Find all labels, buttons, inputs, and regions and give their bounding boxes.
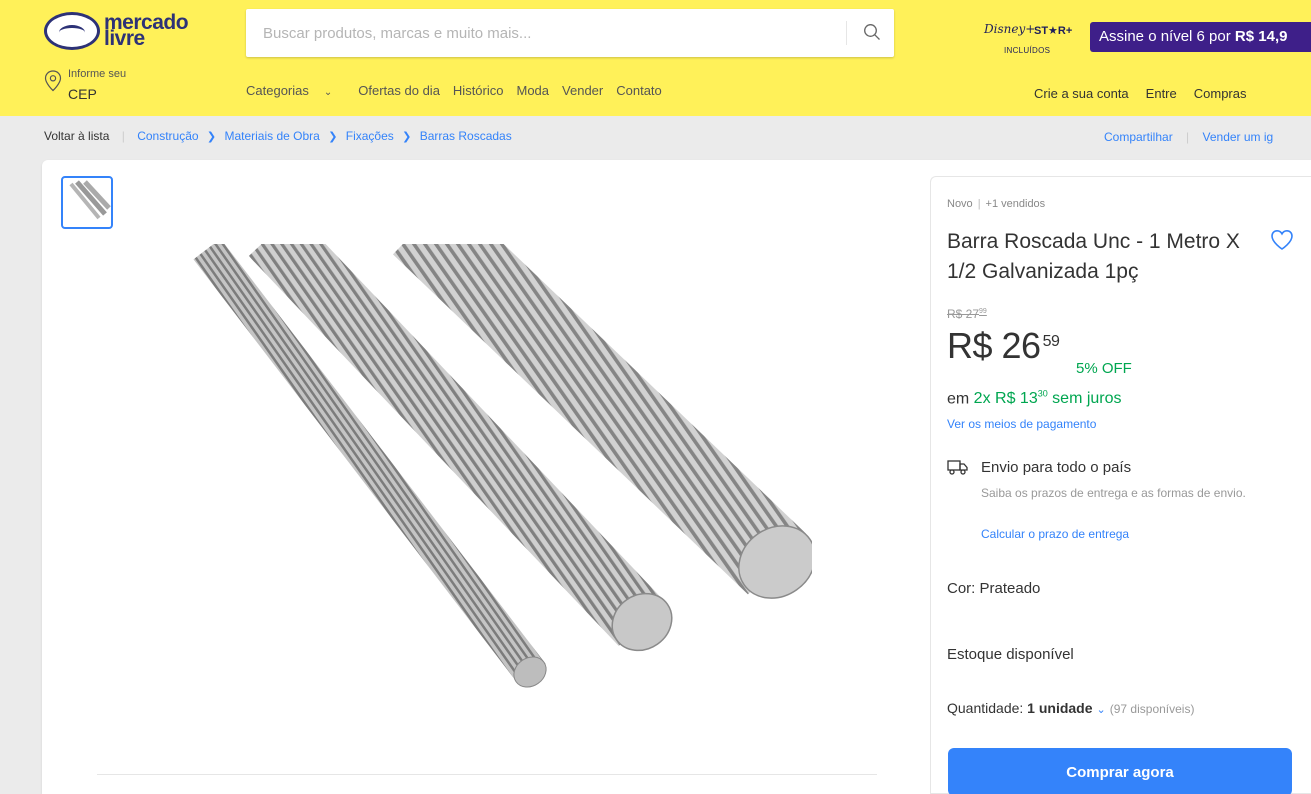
share-link[interactable]: Compartilhar [1104,130,1173,144]
breadcrumb: Voltar à lista | Construção ❯ Materiais … [44,129,512,143]
crumb-materiais[interactable]: Materiais de Obra [224,129,319,143]
original-price: R$ 2799 [947,307,987,321]
search-icon [864,24,880,40]
delivery-truck-icon [947,460,968,475]
cep-label: Informe seu [68,68,127,80]
header: mercado livre Disney+ ST★R+ INCLUÍDOS As… [0,0,1311,116]
sold-count: +1 vendidos [985,198,1046,210]
condition-line: Novo | +1 vendidos [947,198,1046,210]
crumb-barras[interactable]: Barras Roscadas [420,129,512,143]
shipping-subtitle: Saiba os prazos de entrega e as formas d… [981,486,1246,500]
sell-similar-link[interactable]: Vender um ig [1203,130,1274,144]
color-line: Cor: Prateado [947,580,1041,597]
login-link[interactable]: Entre [1146,86,1177,101]
nav-historico[interactable]: Histórico [453,83,504,98]
create-account-link[interactable]: Crie a sua conta [1034,86,1129,101]
nav-contato[interactable]: Contato [616,83,662,98]
chevron-right-icon: ❯ [402,131,412,143]
gallery-thumbnail[interactable] [61,176,113,229]
color-value: Prateado [979,580,1041,597]
included-label: INCLUÍDOS [1004,46,1051,55]
search-button[interactable] [846,21,894,45]
back-to-list-link[interactable]: Voltar à lista [44,129,109,143]
quantity-value: 1 unidade [1027,700,1093,716]
discount-badge: 5% OFF [1076,360,1132,377]
chevron-right-icon: ❯ [328,131,338,143]
purchases-link[interactable]: Compras [1194,86,1247,101]
crumb-fixacoes[interactable]: Fixações [346,129,394,143]
share-sell-links: Compartilhar | Vender um ig [1104,130,1274,144]
crumb-construcao[interactable]: Construção [137,129,198,143]
nav-ofertas[interactable]: Ofertas do dia [358,83,440,98]
chevron-down-icon: ⌄ [1096,704,1106,716]
star-label: ST★R+ [1034,25,1073,37]
account-nav: Crie a sua conta Entre Compras [1034,86,1264,101]
nav-moda[interactable]: Moda [517,83,550,98]
search-input[interactable] [246,9,844,57]
shipping-title: Envio para todo o país [981,459,1132,476]
product-main-image[interactable] [192,244,812,704]
chevron-right-icon: ❯ [206,131,217,143]
product-title: Barra Roscada Unc - 1 Metro X 1/2 Galvan… [947,230,1240,283]
handshake-icon [44,12,100,50]
nav-vender[interactable]: Vender [562,83,603,98]
location-pin-icon [44,70,62,92]
nav-categorias[interactable]: Categorias ⌄ [246,83,345,98]
promo-price: R$ 14,9 [1234,28,1288,45]
mercado-livre-logo[interactable]: mercado livre [44,12,189,50]
chevron-down-icon: ⌄ [323,87,333,98]
gallery-divider [97,774,877,775]
product-card: Novo | +1 vendidos Barra Roscada Unc - 1 M… [42,160,1311,794]
payment-methods-link[interactable]: Ver os meios de pagamento [947,417,1096,431]
condition-label: Novo [947,198,973,210]
available-count: (97 disponíveis) [1109,702,1195,716]
installments: em 2x R$ 1330 sem juros [947,389,1122,408]
quantity-selector[interactable]: Quantidade: 1 unidade ⌄ (97 disponíveis) [947,700,1194,716]
stock-status: Estoque disponível [947,646,1074,663]
disney-label: Disney+ [984,22,1036,36]
buy-now-button[interactable]: Comprar agora [948,748,1292,794]
favorite-heart-icon[interactable] [1270,229,1294,251]
subscription-promo-button[interactable]: Assine o nível 6 por R$ 14,9 [1090,22,1311,52]
threaded-rod-thumbnail-image [69,180,111,220]
calculate-shipping-link[interactable]: Calcular o prazo de entrega [981,527,1129,541]
buy-box: Novo | +1 vendidos Barra Roscada Unc - 1 M… [930,176,1311,794]
current-price: R$ 26 59 [947,325,1060,366]
promo-text: Assine o nível 6 por [1099,28,1235,45]
cep-value: CEP [68,86,97,102]
search-box [246,9,894,57]
main-nav: Categorias ⌄ Ofertas do dia Histórico Mod… [246,83,675,98]
disney-star-badge[interactable]: Disney+ ST★R+ INCLUÍDOS [982,20,1082,60]
